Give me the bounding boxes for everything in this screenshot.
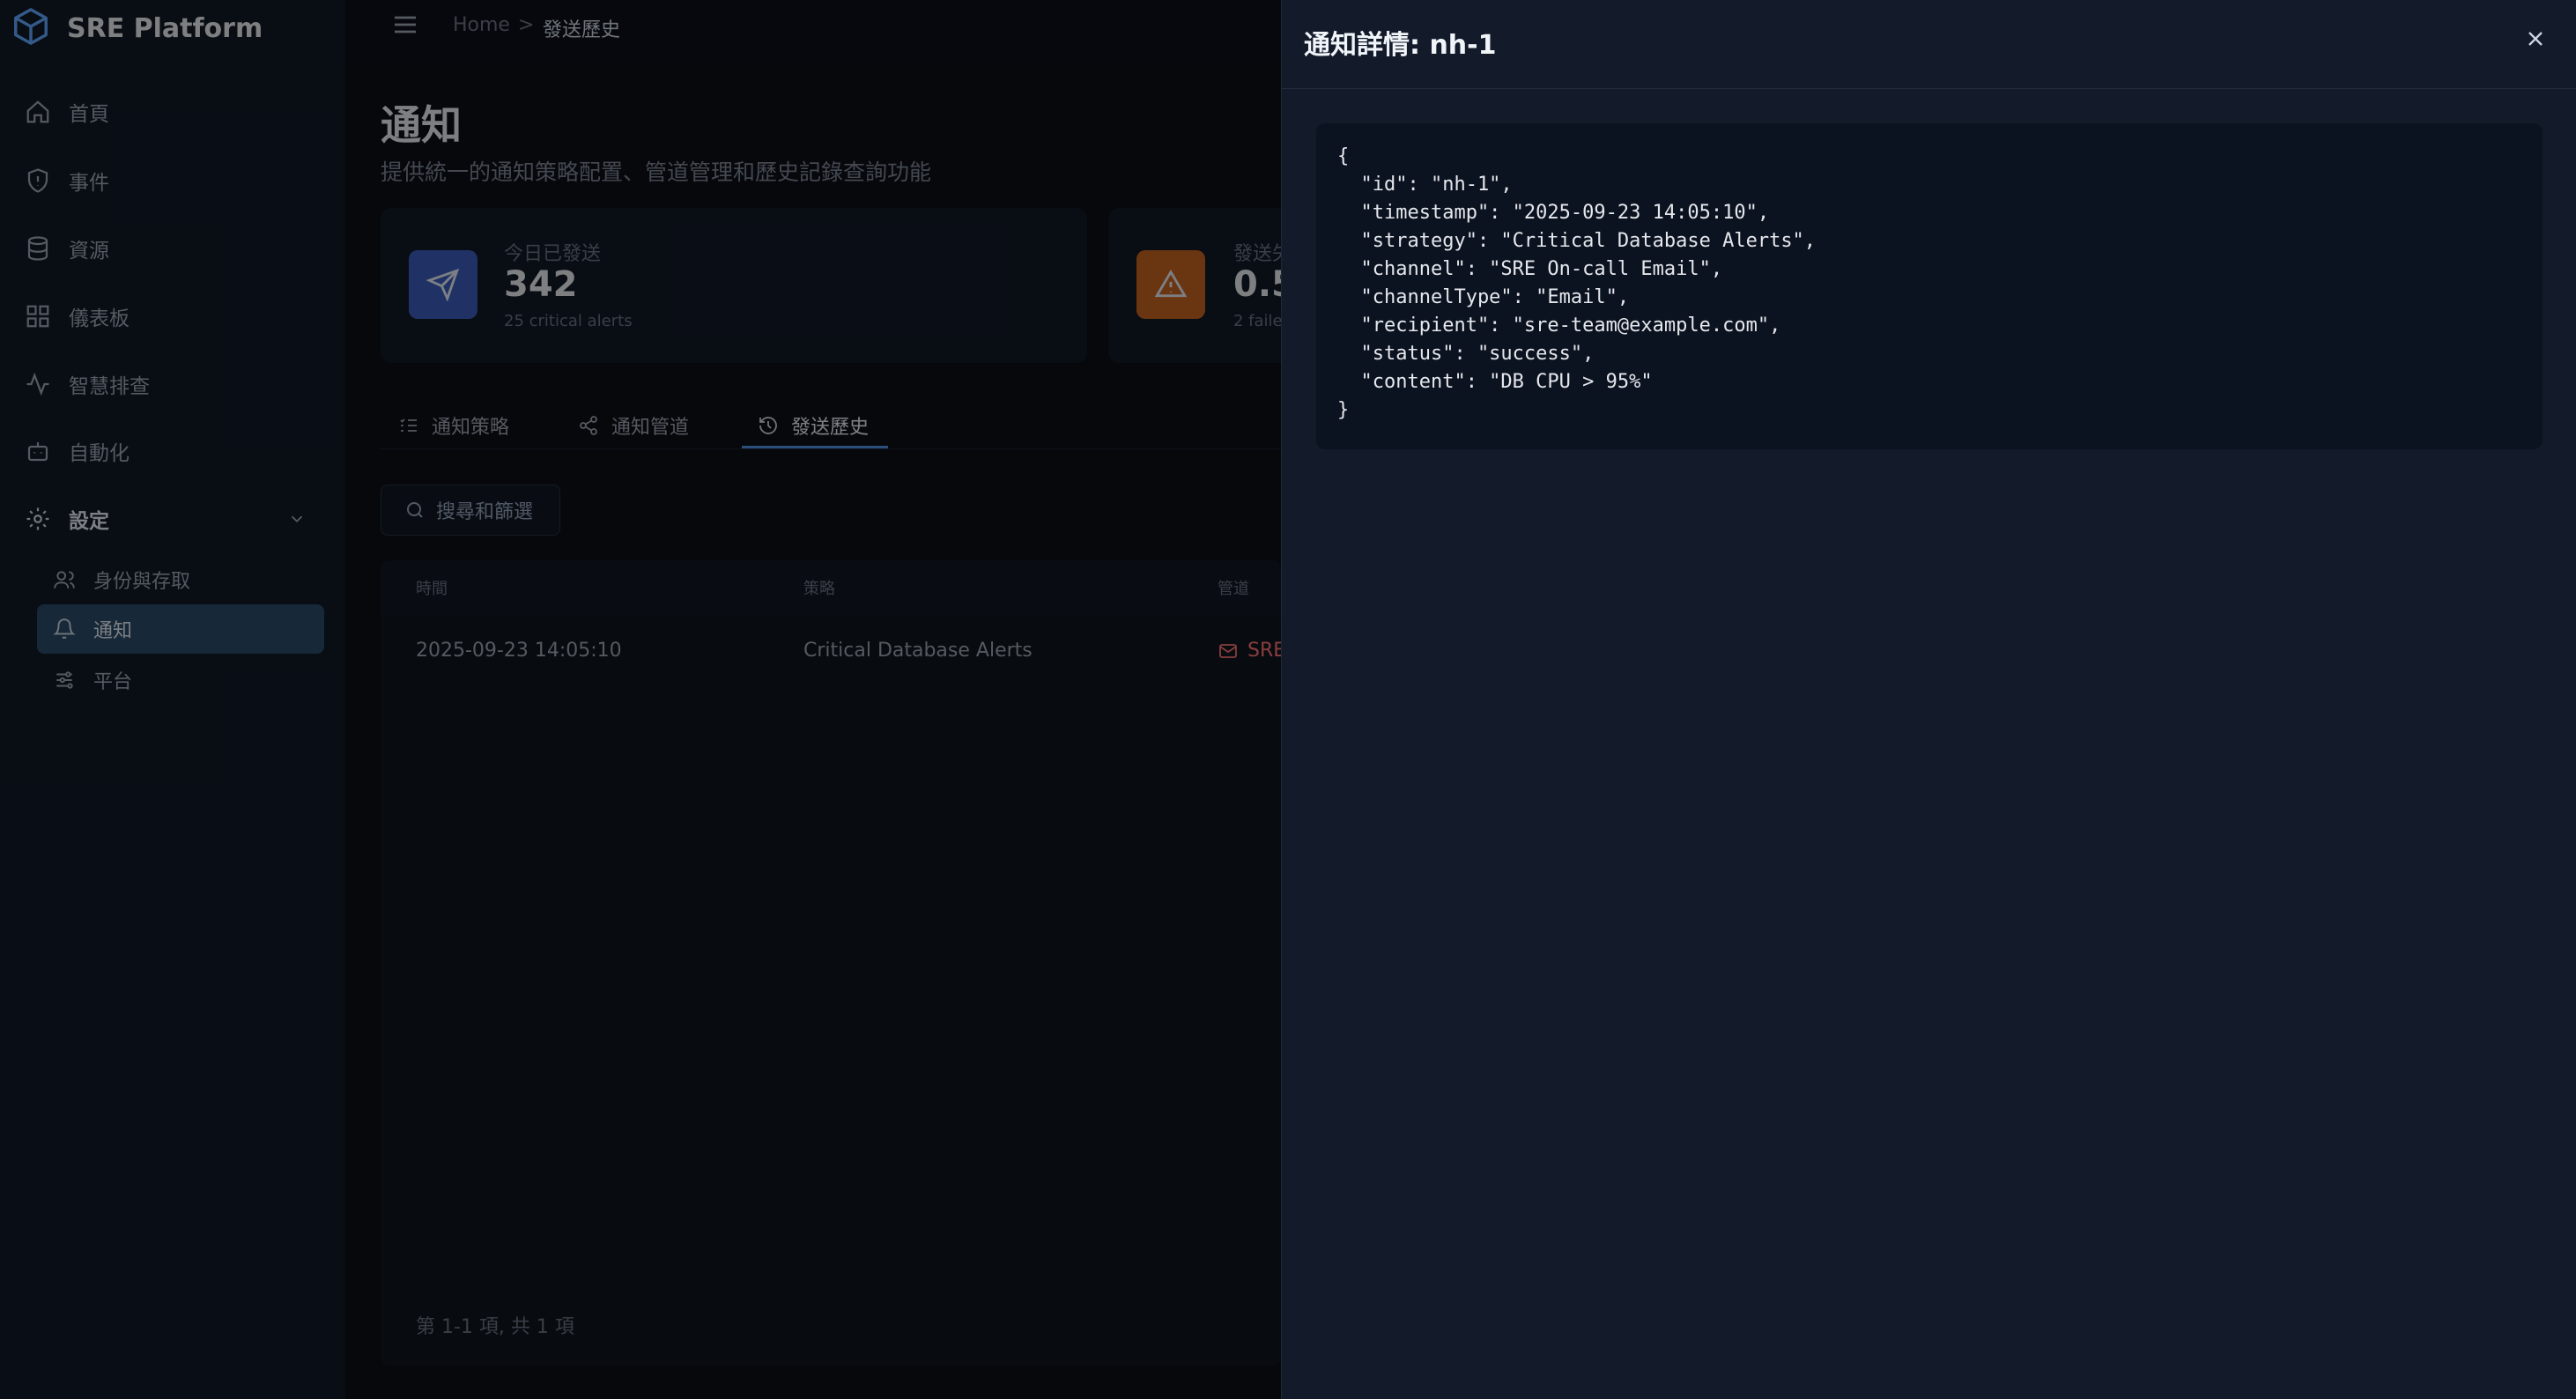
drawer-title: 通知詳情: nh-1 [1304,30,1497,61]
modal-backdrop[interactable] [0,0,1281,1399]
close-icon [2528,32,2543,46]
json-content: { "id": "nh-1", "timestamp": "2025-09-23… [1337,145,1817,421]
close-button[interactable] [2520,23,2551,55]
